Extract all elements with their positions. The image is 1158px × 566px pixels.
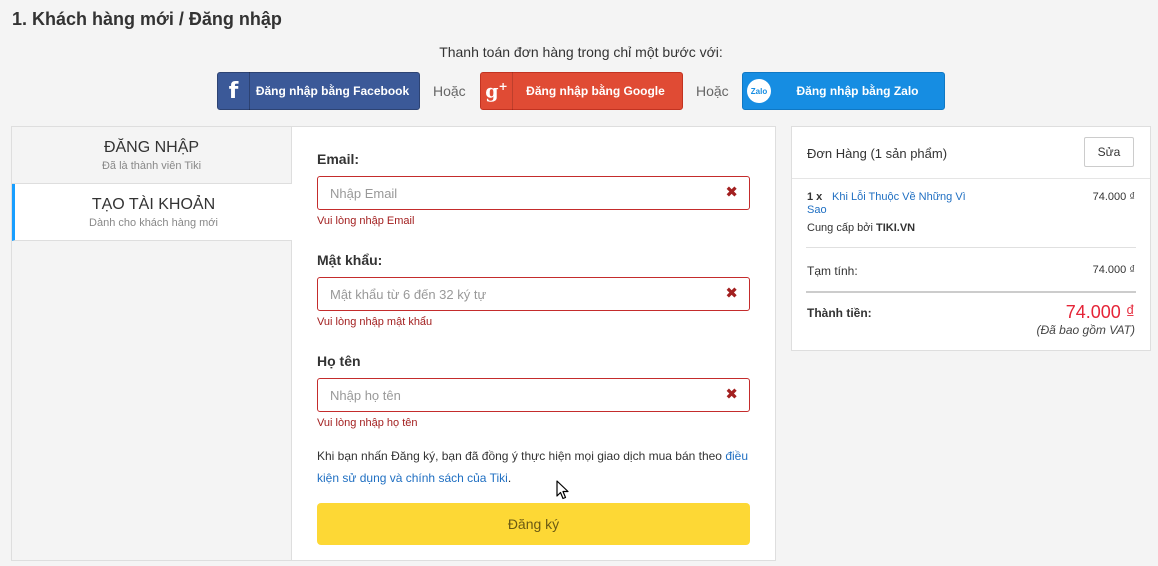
- seller-name: TIKI.VN: [875, 222, 916, 234]
- tab-login-subtitle: Đã là thành viên Tiki: [101, 160, 202, 172]
- register-button[interactable]: Đăng ký: [317, 503, 750, 545]
- email-label: Email:: [317, 151, 360, 167]
- item-name-link[interactable]: Khi Lỗi Thuộc Về Những Vì Sao: [807, 191, 967, 217]
- zalo-icon: Zalo: [743, 72, 775, 110]
- terms-end: .: [507, 471, 512, 485]
- edit-order-button[interactable]: Sửa: [1084, 137, 1134, 167]
- divider: [806, 247, 1136, 248]
- step-title: 1. Khách hàng mới / Đăng nhập: [12, 9, 282, 29]
- auth-tabs: ĐĂNG NHẬP Đã là thành viên Tiki TẠO TÀI …: [12, 127, 292, 560]
- password-field-box: ✖: [317, 277, 750, 311]
- facebook-login-button[interactable]: f Đăng nhập bằng Facebook: [217, 72, 420, 110]
- fullname-field-box: ✖: [317, 378, 750, 412]
- divider: [806, 291, 1136, 293]
- or-separator: Hoặc: [433, 83, 466, 99]
- zalo-icon-text: Zalo: [747, 79, 771, 103]
- email-clear-icon[interactable]: ✖: [725, 184, 738, 202]
- divider: [792, 178, 1150, 179]
- subtotal-value: 74.000 ₫: [1092, 264, 1135, 276]
- fullname-field[interactable]: [318, 379, 708, 411]
- terms-text: Khi bạn nhấn Đăng ký, bạn đã đồng ý thực…: [317, 449, 726, 463]
- tab-login-title: ĐĂNG NHẬP: [103, 139, 200, 156]
- password-field[interactable]: [318, 278, 708, 310]
- password-error: Vui lòng nhập mật khẩu: [317, 316, 433, 328]
- item-price: 74.000 ₫: [1092, 191, 1135, 203]
- tab-create-account-subtitle: Dành cho khách hàng mới: [89, 217, 218, 229]
- order-header: Đơn Hàng (1 sản phẩm): [807, 146, 948, 161]
- zalo-login-button[interactable]: Zalo Đăng nhập bằng Zalo: [742, 72, 945, 110]
- email-field-box: ✖: [317, 176, 750, 210]
- facebook-f-icon: f: [218, 72, 250, 110]
- tab-create-account-title: TẠO TÀI KHOẢN: [91, 196, 216, 213]
- total-value: 74.000 ₫: [1065, 302, 1135, 322]
- password-clear-icon[interactable]: ✖: [725, 285, 738, 303]
- google-login-button[interactable]: g+ Đăng nhập bằng Google: [480, 72, 683, 110]
- email-error: Vui lòng nhập Email: [317, 215, 415, 227]
- fullname-error: Vui lòng nhập họ tên: [317, 417, 418, 429]
- order-summary: Đơn Hàng (1 sản phẩm) Sửa 1 x Khi Lỗi Th…: [791, 126, 1151, 351]
- email-field[interactable]: [318, 177, 708, 209]
- or-separator: Hoặc: [696, 83, 729, 99]
- social-login-intro: Thanh toán đơn hàng trong chỉ một bước v…: [439, 44, 723, 60]
- google-login-label: Đăng nhập bằng Google: [526, 84, 665, 98]
- item-seller: Cung cấp bởi TIKI.VN: [807, 222, 915, 234]
- subtotal-label: Tạm tính:: [807, 264, 858, 278]
- terms-notice: Khi bạn nhấn Đăng ký, bạn đã đồng ý thực…: [317, 445, 752, 489]
- fullname-clear-icon[interactable]: ✖: [725, 386, 738, 404]
- tab-create-account[interactable]: TẠO TÀI KHOẢN Dành cho khách hàng mới: [12, 184, 292, 241]
- zalo-login-label: Đăng nhập bằng Zalo: [796, 84, 919, 98]
- auth-panel: ĐĂNG NHẬP Đã là thành viên Tiki TẠO TÀI …: [11, 126, 776, 561]
- mouse-cursor-icon: [556, 480, 569, 500]
- vat-note: (Đã bao gồm VAT): [1036, 323, 1135, 337]
- fullname-label: Họ tên: [317, 353, 361, 369]
- seller-prefix: Cung cấp bởi: [807, 222, 876, 234]
- total-label: Thành tiền:: [807, 306, 872, 320]
- password-label: Mật khẩu:: [317, 252, 383, 268]
- tab-login[interactable]: ĐĂNG NHẬP Đã là thành viên Tiki: [12, 127, 291, 184]
- google-plus-icon: g+: [481, 72, 513, 110]
- facebook-login-label: Đăng nhập bằng Facebook: [255, 84, 410, 98]
